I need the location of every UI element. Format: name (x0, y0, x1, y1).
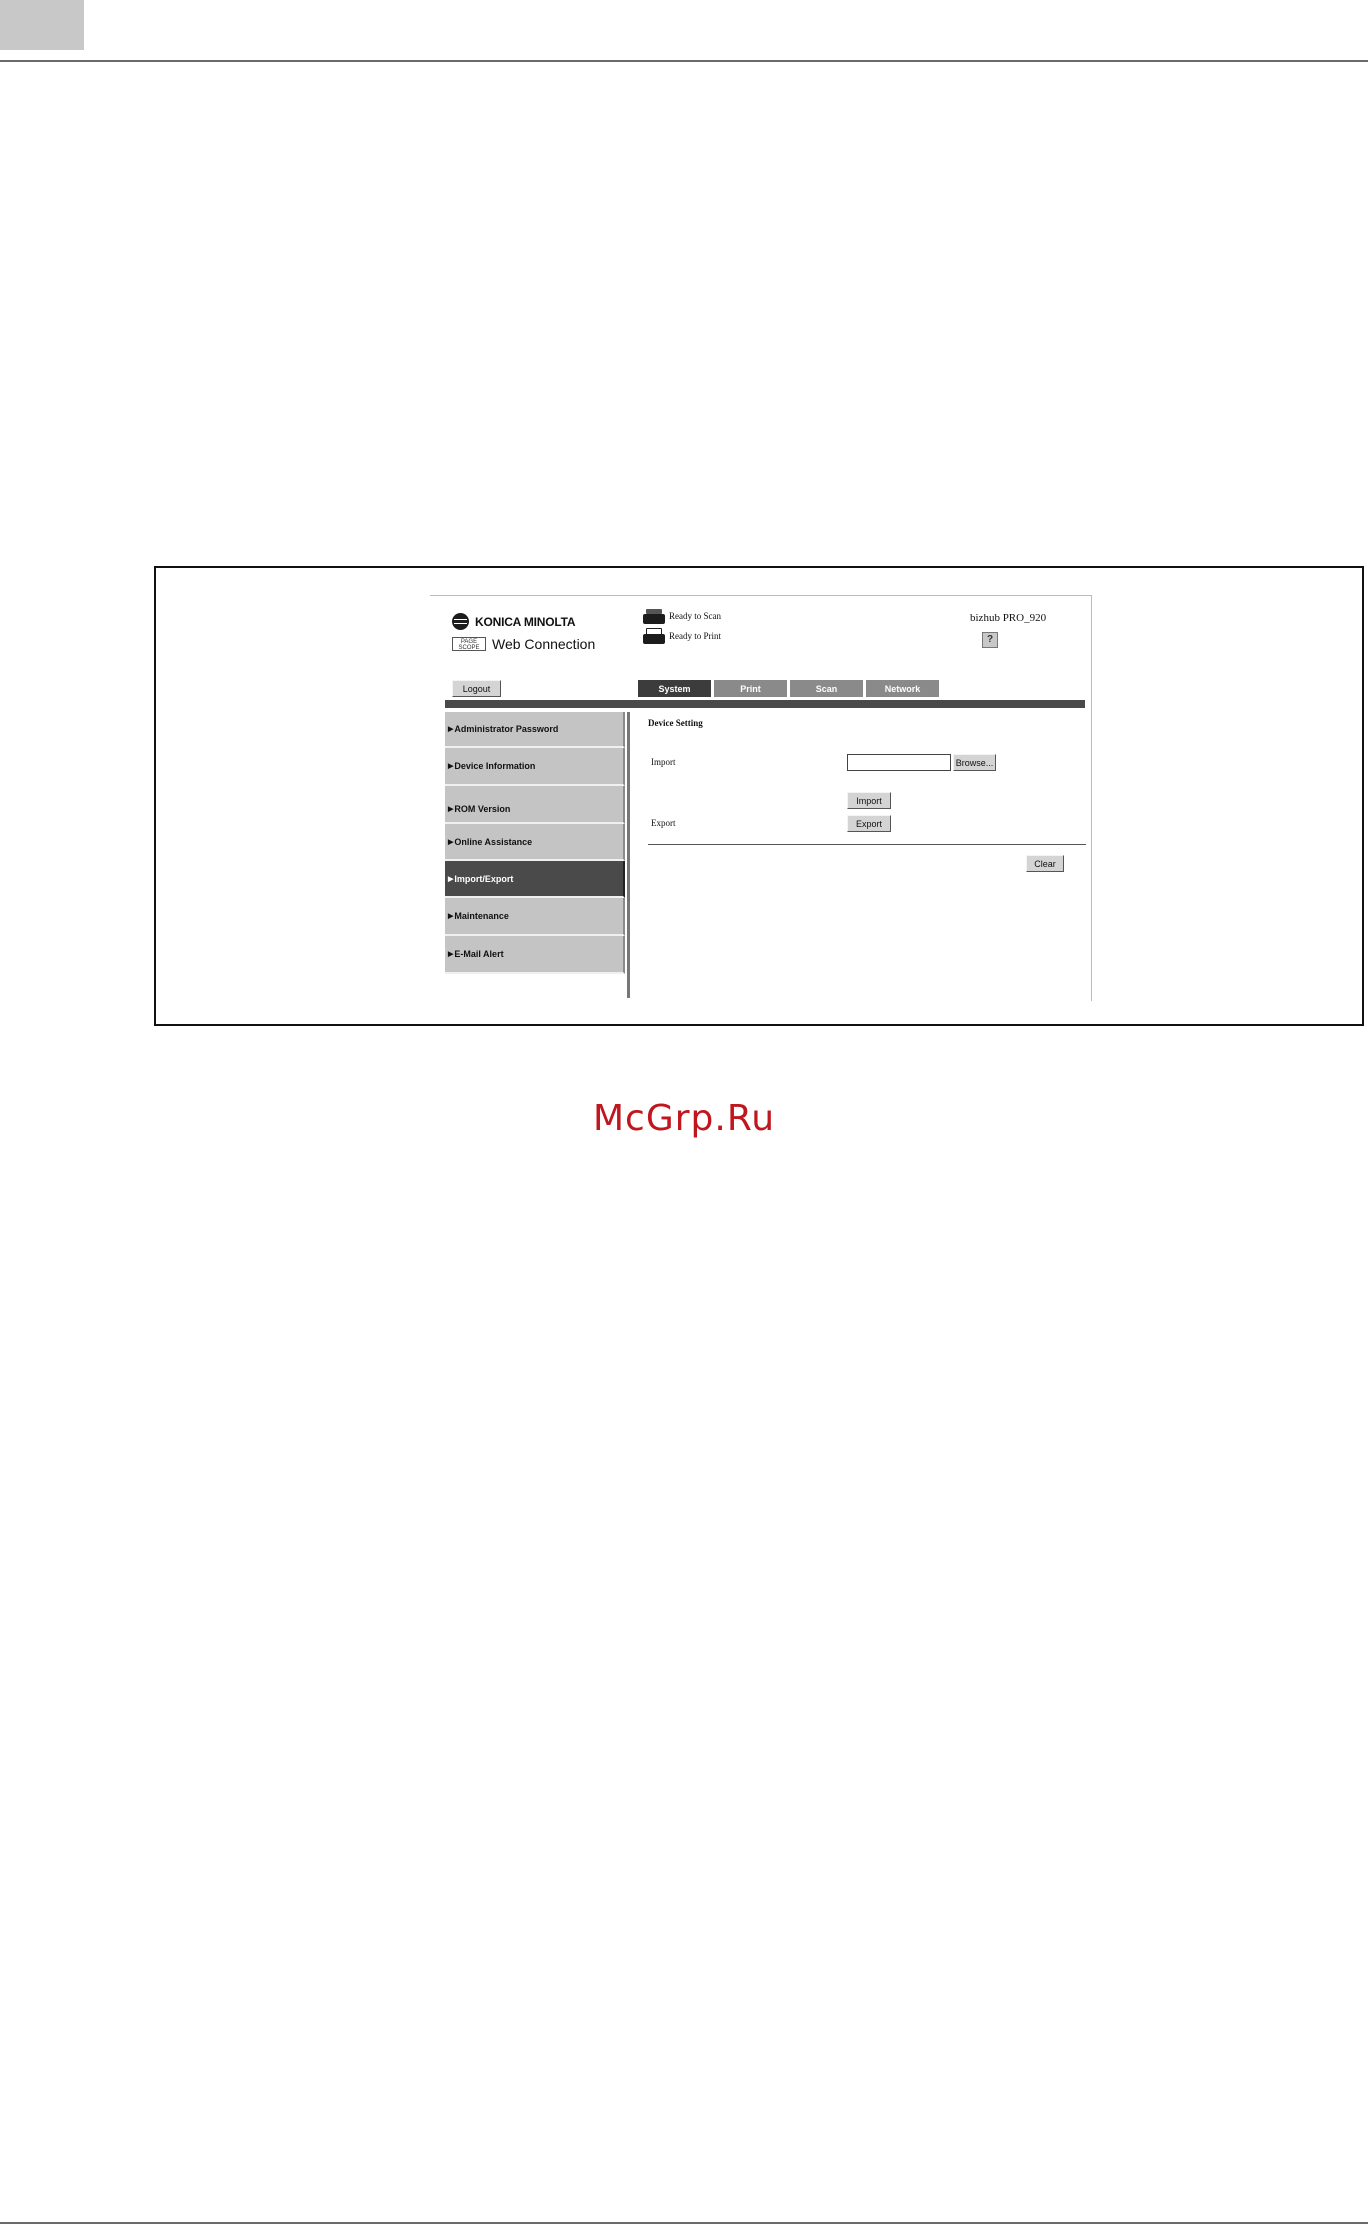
sidebar-item-maintenance[interactable]: ▶ Maintenance (445, 898, 625, 936)
clear-button[interactable]: Clear (1026, 855, 1064, 872)
watermark-text: McGrp.Ru (592, 1098, 776, 1139)
triangle-right-icon: ▶ (448, 875, 454, 883)
triangle-right-icon: ▶ (448, 951, 454, 958)
import-file-input[interactable] (847, 754, 951, 771)
printer-icon (643, 628, 665, 644)
tab-underline-bar (445, 700, 1085, 708)
main-tabs: System Print Scan Network (638, 680, 939, 697)
page-corner-tab (0, 0, 84, 50)
tab-scan[interactable]: Scan (790, 680, 863, 697)
sidebar-item-device-information[interactable]: ▶ Device Information (445, 748, 625, 786)
triangle-right-icon: ▶ (448, 726, 454, 733)
print-status-text: Ready to Print (669, 631, 721, 641)
sidebar-item-rom-version[interactable]: ▶ ROM Version (445, 786, 625, 824)
help-icon[interactable]: ? (982, 632, 998, 648)
pagescope-mark-icon: PAGE SCOPE (452, 637, 486, 651)
triangle-right-icon: ▶ (448, 806, 454, 813)
pagescope-logo: PAGE SCOPE Web Connection (452, 636, 595, 652)
page-title: Device Setting (648, 718, 703, 728)
browse-button[interactable]: Browse... (953, 754, 996, 771)
sidebar-item-import-export[interactable]: ▶ Import/Export (445, 861, 625, 898)
import-button[interactable]: Import (847, 792, 891, 809)
sidebar-item-e-mail-alert[interactable]: ▶ E-Mail Alert (445, 936, 625, 974)
triangle-right-icon: ▶ (448, 913, 454, 920)
scanner-icon (643, 608, 665, 624)
triangle-right-icon: ▶ (448, 838, 454, 846)
import-label: Import (651, 757, 676, 767)
export-button[interactable]: Export (847, 815, 891, 832)
sidebar-item-online-assistance[interactable]: ▶ Online Assistance (445, 824, 625, 861)
bottom-rule (0, 2222, 1368, 2224)
top-rule (0, 60, 1368, 62)
logout-button[interactable]: Logout (452, 680, 501, 697)
device-model: bizhub PRO_920 (970, 612, 1047, 624)
content-divider (648, 844, 1086, 845)
export-label: Export (651, 818, 676, 828)
sidebar-item-administrator-password[interactable]: ▶ Administrator Password (445, 712, 625, 748)
tab-network[interactable]: Network (866, 680, 939, 697)
tab-print[interactable]: Print (714, 680, 787, 697)
tab-system[interactable]: System (638, 680, 711, 697)
web-connection-window: KONICA MINOLTA PAGE SCOPE Web Connection… (430, 595, 1092, 1001)
scan-status: Ready to Scan (643, 608, 721, 624)
triangle-right-icon: ▶ (448, 763, 454, 770)
product-name: Web Connection (492, 636, 596, 652)
scan-status-text: Ready to Scan (669, 611, 721, 621)
brand-name: KONICA MINOLTA (475, 614, 576, 629)
sidebar: ▶ Administrator Password ▶ Device Informat… (445, 712, 630, 998)
konica-minolta-logo: KONICA MINOLTA (452, 613, 575, 630)
globe-icon (452, 613, 469, 630)
print-status: Ready to Print (643, 628, 721, 644)
